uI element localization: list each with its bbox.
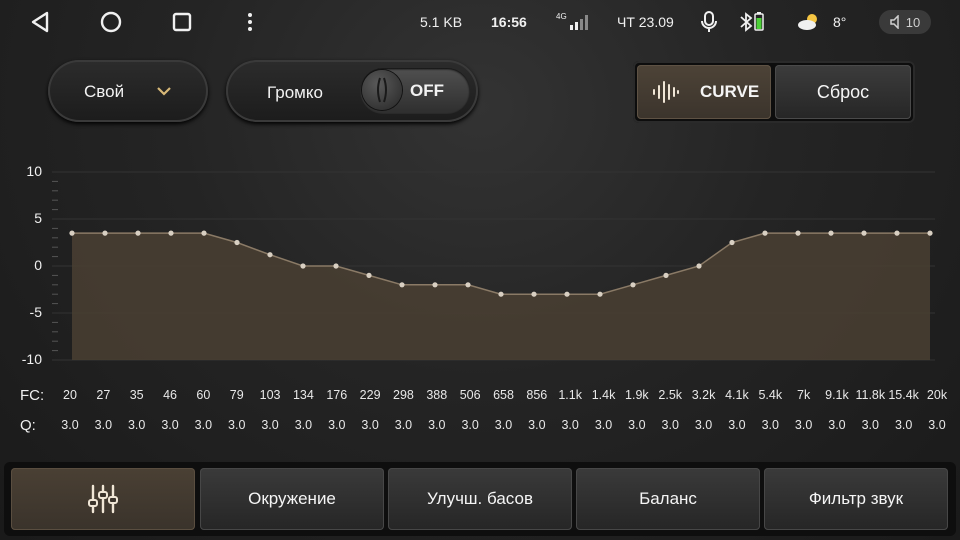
eq-band-point[interactable] (333, 263, 339, 269)
chevron-down-icon (157, 87, 171, 96)
tab-sound-filter[interactable]: Фильтр звук (764, 468, 948, 530)
equalizer-sliders-icon (88, 484, 118, 514)
fc-label: FC: (20, 387, 45, 404)
temperature: 8° (833, 14, 847, 30)
tab-surround[interactable]: Окружение (200, 468, 384, 530)
equalizer-screen: 5.1 KB 16:56 4G ЧТ 23.09 8° 10 Свой Гром… (0, 0, 960, 540)
eq-band-point[interactable] (696, 263, 702, 269)
q-value[interactable]: 3.0 (917, 418, 957, 432)
eq-band-point[interactable] (498, 291, 504, 297)
y-tick-label: 10 (26, 163, 42, 179)
eq-band-point[interactable] (300, 263, 306, 269)
knob-grip-icon (377, 77, 387, 103)
fc-value[interactable]: 20k (917, 388, 957, 402)
eq-band-point[interactable] (399, 282, 405, 288)
menu-dots-icon[interactable] (238, 10, 262, 34)
preset-dropdown[interactable]: Свой (48, 60, 208, 122)
curve-reset-group: CURVE Сброс (633, 61, 915, 123)
eq-curve-chart[interactable]: 10 5 0 -5 -10 (0, 150, 960, 385)
eq-curve-svg[interactable] (0, 150, 960, 380)
tab-equalizer[interactable] (11, 468, 195, 530)
y-tick-label: -5 (29, 304, 42, 320)
eq-band-point[interactable] (762, 230, 768, 236)
signal-label: 4G (556, 11, 567, 21)
curve-label: CURVE (700, 82, 760, 101)
y-tick-label: 0 (34, 257, 42, 273)
eq-band-point[interactable] (366, 272, 372, 278)
eq-band-point[interactable] (927, 230, 933, 236)
tab-balance[interactable]: Баланс (576, 468, 760, 530)
eq-band-point[interactable] (630, 282, 636, 288)
eq-band-point[interactable] (861, 230, 867, 236)
home-icon[interactable] (99, 10, 123, 34)
eq-band-point[interactable] (69, 230, 75, 236)
weather-cloudy-sun-icon (798, 14, 817, 30)
tab-bass-boost[interactable]: Улучш. басов (388, 468, 572, 530)
back-icon[interactable] (28, 10, 52, 34)
eq-band-point[interactable] (135, 230, 141, 236)
eq-band-point[interactable] (102, 230, 108, 236)
recents-icon[interactable] (170, 10, 194, 34)
eq-band-point[interactable] (267, 252, 273, 258)
date: ЧТ 23.09 (617, 14, 674, 30)
bottom-tab-bar: Окружение Улучш. басов Баланс Фильтр зву… (4, 462, 956, 536)
microphone-icon[interactable] (697, 10, 721, 34)
signal-indicator: 4G (556, 0, 590, 44)
eq-band-point[interactable] (465, 282, 471, 288)
reset-button[interactable]: Сброс (775, 65, 911, 119)
loudness-control: Громко OFF (226, 60, 478, 122)
toggle-knob (362, 70, 402, 110)
eq-band-point[interactable] (531, 291, 537, 297)
eq-band-point[interactable] (795, 230, 801, 236)
eq-band-point[interactable] (729, 239, 735, 246)
eq-band-point[interactable] (201, 230, 207, 236)
preset-label: Свой (84, 82, 125, 101)
volume-indicator[interactable]: 10 (879, 10, 931, 34)
signal-bars-icon (569, 15, 588, 30)
volume-level: 10 (905, 14, 921, 30)
waveform-icon (653, 81, 679, 103)
eq-band-point[interactable] (894, 230, 900, 236)
loudness-label: Громко (267, 83, 323, 102)
y-tick-label: -10 (21, 351, 42, 367)
eq-band-point[interactable] (597, 291, 603, 297)
eq-band-point[interactable] (432, 282, 438, 288)
y-tick-label: 5 (34, 210, 42, 226)
battery-icon (754, 12, 764, 31)
eq-band-point[interactable] (828, 230, 834, 236)
reset-label: Сброс (816, 82, 870, 102)
q-label: Q: (20, 417, 36, 434)
eq-band-point[interactable] (663, 272, 669, 278)
loudness-state: OFF (410, 81, 444, 100)
curve-button[interactable]: CURVE (637, 65, 771, 119)
network-speed: 5.1 KB (420, 14, 463, 30)
status-bar: 5.1 KB 16:56 4G ЧТ 23.09 8° 10 (0, 0, 960, 44)
eq-band-point[interactable] (564, 291, 570, 297)
loudness-toggle[interactable]: OFF (360, 68, 470, 114)
speaker-icon (890, 15, 899, 29)
clock: 16:56 (491, 14, 527, 30)
eq-band-point[interactable] (234, 239, 240, 246)
eq-band-point[interactable] (168, 230, 174, 236)
